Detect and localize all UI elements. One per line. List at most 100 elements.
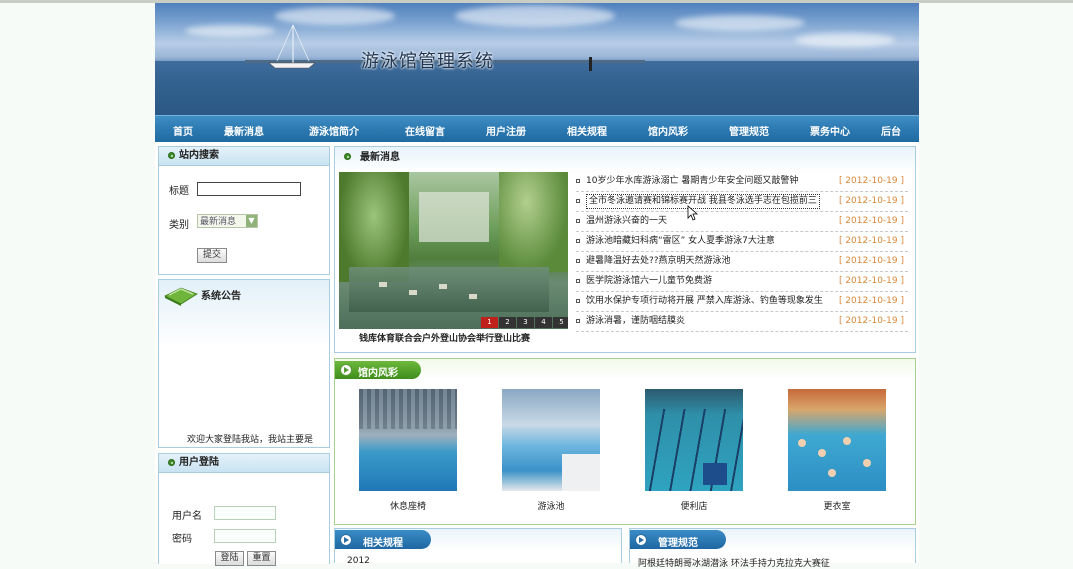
manage-box: 管理规范 阿根廷特朗哥冰湖潜泳 环法手持力克拉克大赛征 (629, 528, 916, 569)
username-input[interactable] (214, 506, 276, 520)
nav-management[interactable]: 管理规范 (729, 123, 769, 138)
chevron-down-icon[interactable]: ▼ (246, 215, 257, 227)
gallery-photo-store[interactable] (645, 389, 743, 491)
rules-item[interactable]: 2012 (347, 556, 370, 566)
news-item-title[interactable]: 10岁少年水库游泳溺亡 暑期青少年安全问题又敲警钟 (586, 171, 798, 191)
square-bullet-icon (576, 179, 580, 183)
rules-box: 相关规程 2012 (334, 528, 622, 566)
nav-home[interactable]: 首页 (173, 123, 193, 138)
header-banner: 游泳馆管理系统 (155, 3, 919, 115)
news-item-date: [ 2012-10-19 ] (838, 316, 904, 326)
notice-marquee-text: 欢迎大家登陆我站，我站主要是 (187, 435, 314, 445)
category-select-value: 最新消息 (200, 217, 237, 227)
square-bullet-icon (576, 239, 580, 243)
slide-page-3[interactable]: 3 (517, 317, 534, 328)
gallery-photo-lounge[interactable] (359, 389, 457, 491)
news-item-date: [ 2012-10-19 ] (838, 176, 904, 186)
rules-title: 相关规程 (363, 538, 403, 549)
bullet-icon (168, 152, 175, 159)
slide-page-5[interactable]: 5 (553, 317, 568, 328)
nav-register[interactable]: 用户注册 (486, 123, 526, 138)
password-input[interactable] (214, 529, 276, 543)
news-item[interactable]: 温州游泳兴奋的一天 [ 2012-10-19 ] (576, 211, 908, 232)
news-item-date: [ 2012-10-19 ] (838, 296, 904, 306)
login-button[interactable]: 登陆 (215, 551, 244, 566)
square-bullet-icon (576, 319, 580, 323)
news-item-title[interactable]: 温州游泳兴奋的一天 (586, 211, 667, 231)
gallery-caption-locker[interactable]: 更衣室 (788, 499, 886, 512)
news-item-date: [ 2012-10-19 ] (838, 236, 904, 246)
login-panel-header: 用户登陆 (159, 454, 329, 473)
nav-gallery[interactable]: 馆内风彩 (648, 123, 688, 138)
nav-tickets[interactable]: 票务中心 (810, 123, 850, 138)
nav-guestbook[interactable]: 在线留言 (405, 123, 445, 138)
category-label: 类别 (169, 220, 189, 231)
news-item[interactable]: 游泳池暗藏妇科病“雷区” 女人夏季游泳7大注意 [ 2012-10-19 ] (576, 231, 908, 252)
play-icon (340, 534, 352, 546)
news-box: 最新消息 1 2 3 4 5 钱库体育联合会户外登山协会举行登山比赛 10岁少年… (334, 146, 916, 353)
notice-board-icon (164, 287, 198, 306)
news-item[interactable]: 避暑降温好去处??燕京明天然游泳池 [ 2012-10-19 ] (576, 251, 908, 272)
news-item[interactable]: 医学院游泳馆六一儿童节免费游 [ 2012-10-19 ] (576, 271, 908, 292)
news-item[interactable]: 10岁少年水库游泳溺亡 暑期青少年安全问题又敲警钟 [ 2012-10-19 ] (576, 171, 908, 192)
news-item-title[interactable]: 全市冬泳邀请赛和锦标赛开战 我县冬泳选手志在包揽前三 (586, 194, 820, 209)
news-slideshow[interactable]: 1 2 3 4 5 (339, 172, 568, 329)
slide-caption[interactable]: 钱库体育联合会户外登山协会举行登山比赛 (359, 331, 530, 344)
play-icon (635, 534, 647, 546)
password-label: 密码 (172, 534, 192, 545)
site-title: 游泳馆管理系统 (361, 51, 494, 72)
news-item[interactable]: 饮用水保护专项行动将开展 严禁入库游泳、钓鱼等现象发生 [ 2012-10-19 … (576, 291, 908, 312)
title-label: 标题 (169, 186, 189, 197)
search-title-input[interactable] (197, 182, 301, 196)
play-icon (340, 364, 352, 376)
bullet-icon (344, 153, 351, 160)
slide-page-1[interactable]: 1 (481, 317, 498, 328)
news-header: 最新消息 (335, 147, 915, 165)
category-select[interactable]: 最新消息 ▼ (197, 214, 258, 228)
manage-item[interactable]: 阿根廷特朗哥冰湖潜泳 环法手持力克拉克大赛征 (638, 556, 830, 569)
gallery-caption-store[interactable]: 便利店 (645, 499, 743, 512)
news-item-title[interactable]: 避暑降温好去处??燕京明天然游泳池 (586, 251, 731, 271)
slide-pager: 1 2 3 4 5 (481, 317, 568, 328)
news-item-date: [ 2012-10-19 ] (838, 216, 904, 226)
news-item-title[interactable]: 游泳消暑，谨防咽结膜炎 (586, 311, 685, 331)
main-nav: 首页 最新消息 游泳馆简介 在线留言 用户注册 相关规程 馆内风彩 管理规范 票… (155, 115, 919, 142)
gallery-caption-pool[interactable]: 游泳池 (502, 499, 600, 512)
buoy-icon (589, 57, 592, 71)
search-submit-button[interactable]: 提交 (197, 248, 227, 263)
login-panel-title: 用户登陆 (179, 457, 219, 468)
gallery-photo-locker[interactable] (788, 389, 886, 491)
news-title: 最新消息 (360, 152, 400, 163)
slide-page-4[interactable]: 4 (535, 317, 552, 328)
notice-panel-title: 系统公告 (201, 291, 241, 302)
page-container: 游泳馆管理系统 首页 最新消息 游泳馆简介 在线留言 用户注册 相关规程 馆内风… (155, 3, 919, 569)
nav-latest-news[interactable]: 最新消息 (224, 123, 264, 138)
username-label: 用户名 (172, 511, 202, 522)
reset-button[interactable]: 重置 (247, 551, 276, 566)
square-bullet-icon (576, 299, 580, 303)
slide-page-2[interactable]: 2 (499, 317, 516, 328)
gallery-box: 馆内风彩 休息座椅 游泳池 便利店 更衣室 (334, 358, 916, 525)
news-item-date: [ 2012-10-19 ] (838, 276, 904, 286)
news-item-title[interactable]: 饮用水保护专项行动将开展 严禁入库游泳、钓鱼等现象发生 (586, 291, 823, 311)
nav-regulations[interactable]: 相关规程 (567, 123, 607, 138)
bullet-icon (168, 459, 175, 466)
search-panel: 站内搜索 标题 类别 最新消息 ▼ 提交 (158, 146, 330, 275)
login-panel: 用户登陆 用户名 密码 登陆 重置 (158, 453, 330, 566)
notice-panel: 系统公告 欢迎大家登陆我站，我站主要是 (158, 279, 330, 448)
manage-title: 管理规范 (658, 538, 698, 549)
news-item-date: [ 2012-10-19 ] (838, 196, 904, 206)
news-item-title[interactable]: 游泳池暗藏妇科病“雷区” 女人夏季游泳7大注意 (586, 231, 775, 251)
gallery-title: 馆内风彩 (358, 368, 398, 379)
square-bullet-icon (576, 199, 580, 203)
news-item[interactable]: 游泳消暑，谨防咽结膜炎 [ 2012-10-19 ] (576, 311, 908, 332)
gallery-photo-pool[interactable] (502, 389, 600, 491)
square-bullet-icon (576, 259, 580, 263)
nav-admin[interactable]: 后台 (881, 123, 901, 138)
gallery-caption-lounge[interactable]: 休息座椅 (359, 499, 457, 512)
news-item[interactable]: 全市冬泳邀请赛和锦标赛开战 我县冬泳选手志在包揽前三 [ 2012-10-19 ] (576, 191, 908, 212)
news-item-title[interactable]: 医学院游泳馆六一儿童节免费游 (586, 271, 712, 291)
search-panel-header: 站内搜索 (159, 147, 329, 166)
nav-pool-intro[interactable]: 游泳馆简介 (309, 123, 359, 138)
news-item-date: [ 2012-10-19 ] (838, 256, 904, 266)
